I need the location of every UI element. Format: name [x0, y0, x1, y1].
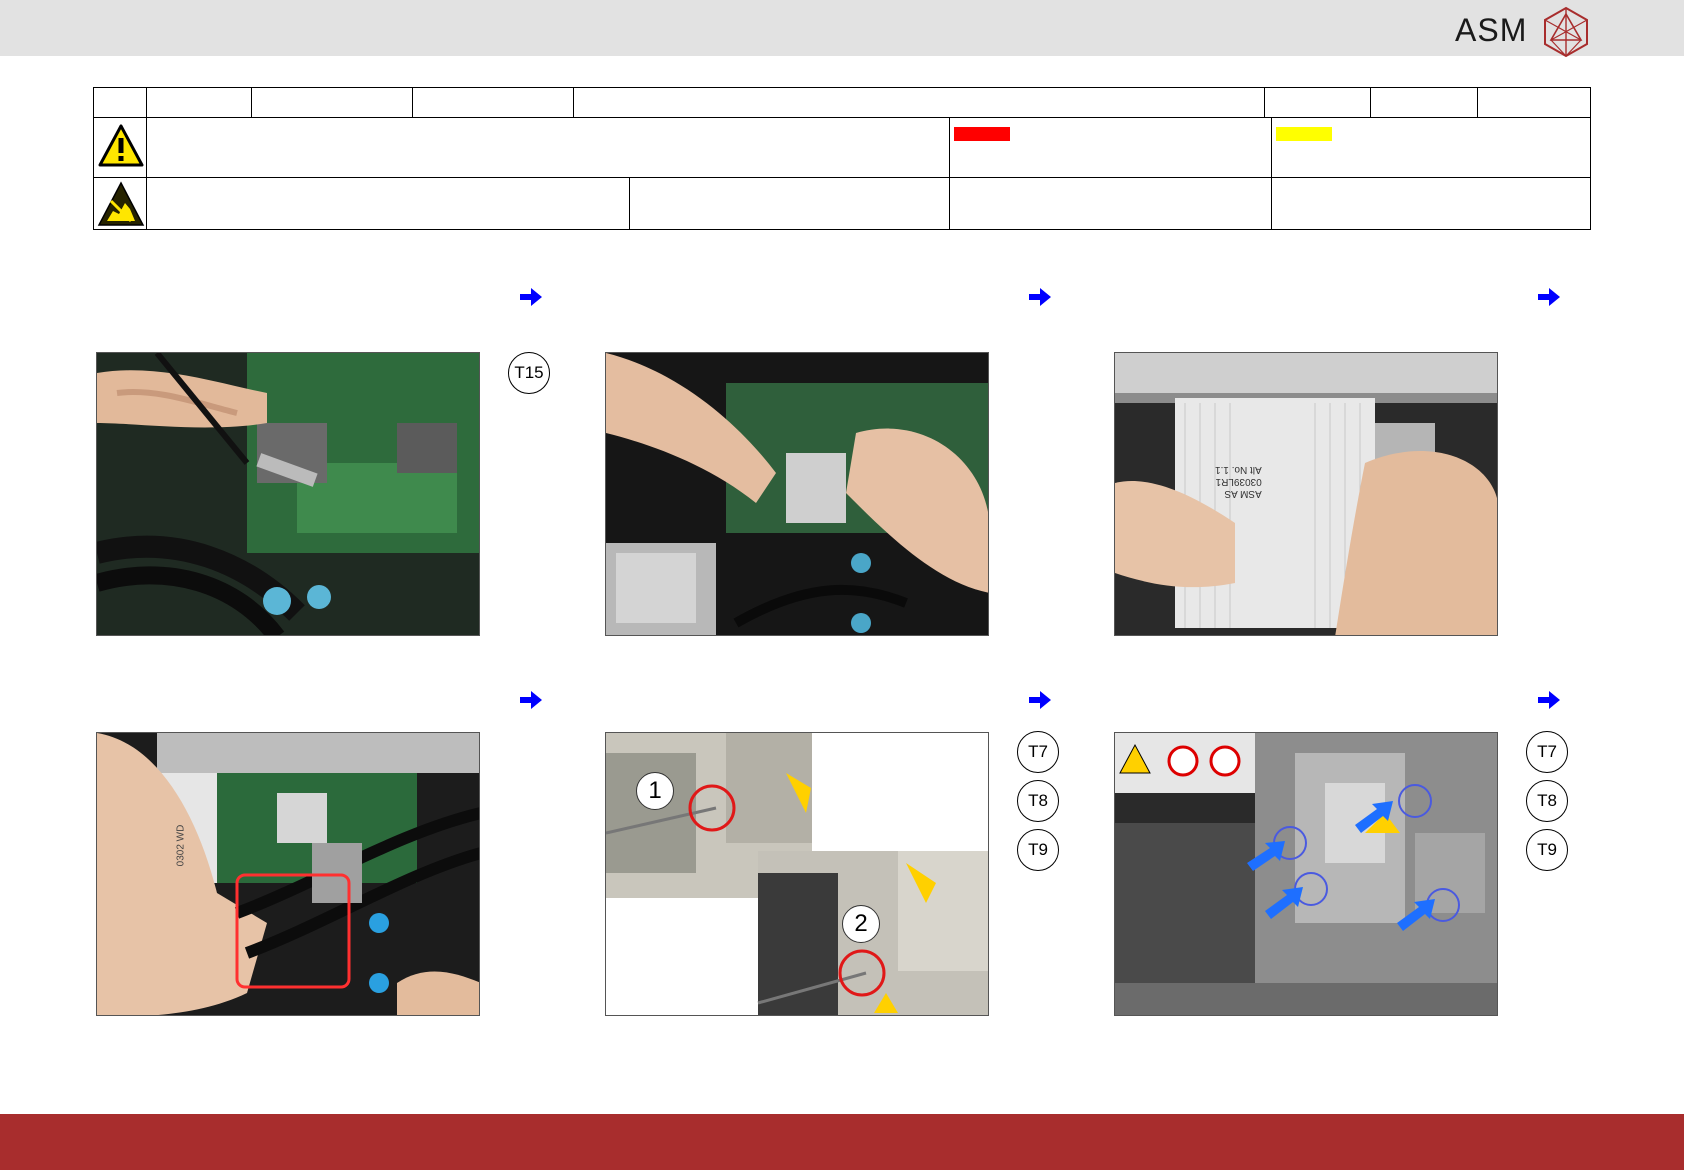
header-cell [1477, 87, 1591, 118]
esd-text-cell [146, 177, 630, 230]
arrow-right-icon [520, 691, 542, 709]
warning-triangle-icon [98, 124, 144, 167]
asm-logo: ASM [1455, 6, 1595, 58]
caution-cell [1271, 117, 1591, 178]
tool-badge-t9: T9 [1526, 829, 1568, 871]
header-cell [412, 87, 574, 118]
tool-badge-t15: T15 [508, 352, 550, 394]
callout-1: 1 [636, 772, 674, 810]
esd-hand-icon [97, 181, 145, 226]
tool-badge-t7: T7 [1526, 731, 1568, 773]
header-table [93, 87, 1591, 230]
esd-icon-cell [93, 177, 147, 230]
header-cell [1271, 177, 1591, 230]
caution-swatch [1276, 127, 1332, 141]
arrow-right-icon [1029, 288, 1051, 306]
header-cell [93, 87, 147, 118]
callout-2: 2 [842, 905, 880, 943]
cable-label: 0302 WD [175, 824, 187, 867]
header-cell [1370, 87, 1478, 118]
step-1-photo [96, 352, 480, 636]
header-cell [629, 177, 950, 230]
header-cell [251, 87, 413, 118]
arrow-right-icon [1538, 288, 1560, 306]
arrow-right-icon [520, 288, 542, 306]
danger-cell [949, 117, 1272, 178]
header-cell [573, 87, 1265, 118]
header-cell [146, 87, 252, 118]
top-bar: ASM [0, 0, 1684, 58]
step-6-photo [1114, 732, 1498, 1016]
tool-badge-t8: T8 [1017, 780, 1059, 822]
tool-badge-t8: T8 [1526, 780, 1568, 822]
tool-badge-t7: T7 [1017, 731, 1059, 773]
step-5-photo: 1 2 [605, 732, 989, 1016]
header-cell [1264, 87, 1371, 118]
footer-bar [0, 1114, 1684, 1170]
header-cell [949, 177, 1272, 230]
asm-logo-mark-icon [1544, 6, 1588, 58]
cable-label: ASM AS 03039LR1 Alt No. 1.1 [1215, 464, 1262, 499]
brand-text: ASM [1455, 12, 1528, 48]
warning-text-cell [146, 117, 950, 178]
arrow-right-icon [1029, 691, 1051, 709]
danger-swatch [954, 127, 1010, 141]
tool-badge-t9: T9 [1017, 829, 1059, 871]
step-4-photo [96, 732, 480, 1016]
warning-icon-cell [93, 117, 147, 178]
arrow-right-icon [1538, 691, 1560, 709]
step-2-photo [605, 352, 989, 636]
step-3-photo: ASM AS 03039LR1 Alt No. 1.1 [1114, 352, 1498, 636]
